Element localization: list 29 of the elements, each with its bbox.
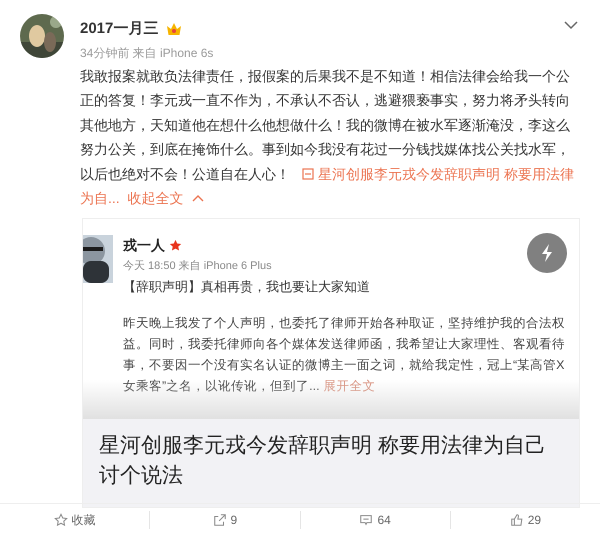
chevron-down-icon[interactable] [564,20,578,30]
post-time: 34分钟前 来自 iPhone 6s [80,44,214,62]
thumbs-up-icon [510,512,524,526]
article-icon [302,168,314,180]
excerpt-line: 事，不要因一个没有实名认证的微博主一面之词，就给我定性，冠上“某高管X [123,358,564,372]
excerpt-line: 益。同时，我委托律师向各个媒体发送律师函，我希望让大家理性、客观看待 [123,336,565,350]
repost-button[interactable]: 9 [212,510,238,528]
star-icon [54,512,68,526]
lightning-icon [540,242,554,262]
post-time: 今天 18:50 来自 iPhone 6 Plus [123,258,273,274]
share-icon [212,512,227,526]
flash-button[interactable] [527,232,567,272]
excerpt-line: 昨天晚上我发了个人声明，也委托了律师开始各种取证，坚持维护我的合法权 [123,316,565,330]
article-link[interactable]: 为自... [80,190,120,206]
star-icon [169,238,182,252]
post-text: 我敢报案就敢负法律责任，报假案的后果我不是不知道！相信法律会给我一个公正的答复！李元戎一直不作为，不承认不否认，逃避猥亵事实，努力将矛头转向其他地方，天知道他在想什么他想做什么！我的微博在被水军逐渐淹没，李这么努力公关，到底在掩饰什么。事到如今我没有花过一分钱找媒体找公关找水军，以后也绝对不会！公道自在人心！ 星河创服李元戎今发辞职声明 称要用法律 为自... 收起全文 [80,66,575,208]
like-button[interactable]: 29 [510,510,542,528]
chevron-up-icon[interactable] [192,194,204,202]
username[interactable]: 2017一月三 [80,18,158,40]
excerpt-line: 女乘客”之名，以讹传讹，但到了... [123,378,320,392]
article-card[interactable] [82,218,580,508]
username: 戎一人 [123,236,165,254]
comment-icon [359,512,374,526]
headline: 【辞职声明】真相再贵，我也要让大家知道 [123,278,371,296]
comment-button[interactable]: 64 [359,510,391,528]
crown-icon [166,22,182,36]
article-link[interactable]: 星河创服李元戎今发辞职声明 称要用法律 [318,166,574,182]
collapse-link[interactable]: 收起全文 [128,190,184,206]
favorite-button[interactable]: 收藏 [54,510,96,528]
